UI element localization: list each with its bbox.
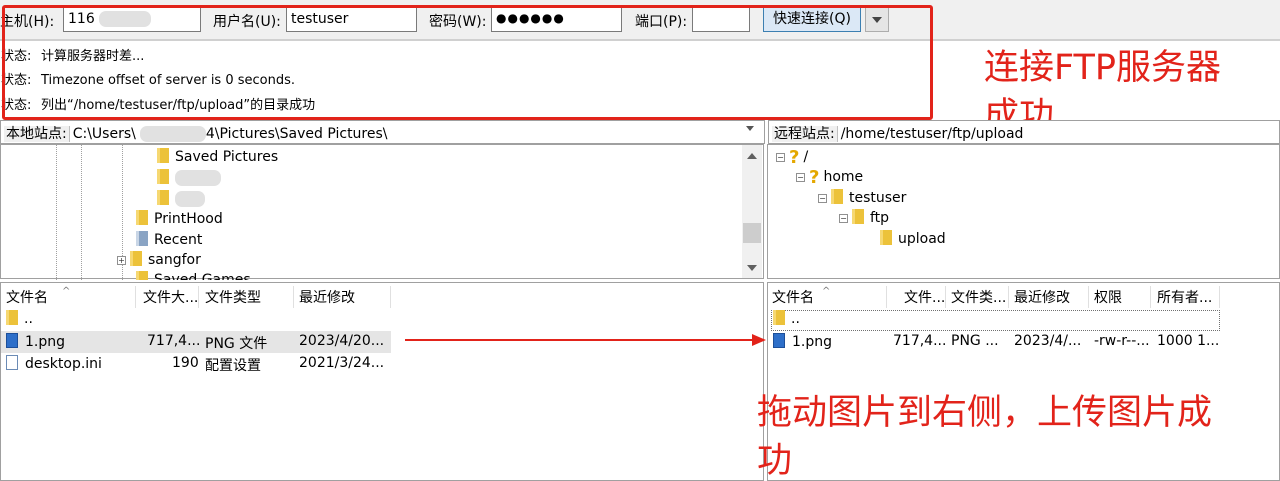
collapse-minus-icon[interactable]: −	[818, 194, 827, 203]
arrow-right-icon	[752, 334, 766, 346]
scroll-up-icon[interactable]	[747, 153, 757, 159]
file-size: 717,4...	[147, 333, 201, 349]
column-header-modified[interactable]: 最近修改	[1014, 287, 1070, 307]
highlight-box	[2, 5, 933, 120]
remote-site-label: 远程站点:	[772, 126, 838, 142]
annotation-upload-line2: 功	[757, 441, 793, 481]
local-tree-pane: Saved Pictures PrintHood Recent + sangfor…	[0, 144, 764, 280]
redacted-blur	[175, 191, 205, 207]
remote-tree-pane: −? / −? home − testuser − ftp upload	[767, 144, 1280, 279]
column-header-modified[interactable]: 最近修改	[299, 287, 355, 307]
image-file-icon	[6, 333, 18, 348]
list-item-file[interactable]: 1.png	[6, 333, 65, 350]
list-item-parent[interactable]: ..	[773, 310, 800, 327]
collapse-minus-icon[interactable]: −	[776, 153, 785, 162]
column-header-type[interactable]: 文件类型	[205, 287, 261, 307]
remote-site-bar[interactable]: 远程站点:/home/testuser/ftp/upload	[768, 120, 1280, 144]
folder-icon	[852, 209, 864, 224]
column-header-owner[interactable]: 所有者...	[1157, 287, 1212, 307]
annotation-upload-line1: 拖动图片到右侧，上传图片成	[757, 393, 1213, 433]
annotation-connect-line1: 连接FTP服务器	[984, 48, 1222, 88]
folder-icon	[136, 271, 148, 280]
local-site-bar[interactable]: 本地站点: C:\Users\ 4\Pictures\Saved Pictures\	[0, 120, 765, 144]
tree-item-redacted[interactable]	[157, 169, 221, 186]
redacted-blur	[139, 126, 206, 142]
column-header-permissions[interactable]: 权限	[1094, 287, 1122, 307]
collapse-minus-icon[interactable]: −	[796, 173, 805, 182]
tree-item-printhood[interactable]: PrintHood	[136, 210, 223, 227]
tree-item-sangfor[interactable]: + sangfor	[117, 251, 201, 268]
sort-up-icon: ^	[822, 286, 831, 297]
local-tree-scrollbar[interactable]	[742, 145, 762, 278]
folder-icon	[157, 169, 169, 184]
file-owner: 1000 1...	[1157, 333, 1220, 349]
list-item-file[interactable]: desktop.ini	[6, 355, 102, 372]
file-modified: 2023/4/...	[1014, 333, 1082, 349]
redacted-blur	[175, 170, 221, 186]
folder-icon	[157, 148, 169, 163]
file-type: PNG ...	[951, 333, 999, 349]
question-mark-icon: ?	[809, 167, 820, 188]
folder-icon	[130, 251, 142, 266]
question-mark-icon: ?	[789, 147, 800, 168]
focus-outline	[771, 310, 1220, 331]
folder-icon	[157, 190, 169, 205]
column-header-type[interactable]: 文件类...	[951, 287, 1006, 307]
list-item-file[interactable]: 1.png	[773, 333, 832, 350]
tree-item-redacted[interactable]	[157, 190, 205, 207]
scrollbar-thumb[interactable]	[743, 223, 761, 243]
list-item-parent[interactable]: ..	[6, 310, 33, 327]
column-header-filename[interactable]: 文件名	[772, 287, 814, 307]
column-header-size[interactable]: 文件大...	[143, 287, 198, 307]
file-modified: 2023/4/20...	[299, 333, 385, 349]
drag-arrow-line	[405, 339, 755, 341]
file-type: 配置设置	[205, 358, 261, 374]
folder-icon	[136, 210, 148, 225]
tree-item-saved-pictures[interactable]: Saved Pictures	[157, 148, 278, 165]
settings-file-icon	[6, 355, 18, 370]
tree-item-testuser[interactable]: − testuser	[818, 189, 906, 206]
collapse-minus-icon[interactable]: −	[839, 214, 848, 223]
tree-item-saved-games[interactable]: Saved Games	[136, 271, 251, 280]
column-header-size[interactable]: 文件...	[904, 287, 945, 307]
file-permissions: -rw-r--...	[1094, 333, 1150, 349]
tree-item-root[interactable]: −? /	[776, 147, 808, 168]
expand-plus-icon[interactable]: +	[117, 256, 126, 265]
column-header-filename[interactable]: 文件名	[6, 287, 48, 307]
recent-folder-icon	[136, 231, 148, 246]
local-site-label: 本地站点:	[4, 126, 70, 142]
local-file-list	[0, 282, 764, 481]
tree-item-home[interactable]: −? home	[796, 167, 863, 188]
file-size: 717,4...	[893, 333, 947, 349]
image-file-icon	[773, 333, 785, 348]
sort-up-icon: ^	[62, 286, 71, 297]
file-modified: 2021/3/24...	[299, 355, 385, 371]
tree-item-ftp[interactable]: − ftp	[839, 209, 889, 226]
tree-item-recent[interactable]: Recent	[136, 231, 202, 248]
folder-icon	[6, 310, 18, 325]
folder-icon	[773, 310, 785, 325]
folder-icon	[880, 230, 892, 245]
folder-icon	[831, 189, 843, 204]
tree-item-upload[interactable]: upload	[880, 230, 946, 247]
scroll-down-icon[interactable]	[747, 265, 757, 271]
file-type: PNG 文件	[205, 336, 268, 352]
chevron-down-icon[interactable]	[746, 126, 754, 131]
file-size: 190	[172, 355, 199, 371]
